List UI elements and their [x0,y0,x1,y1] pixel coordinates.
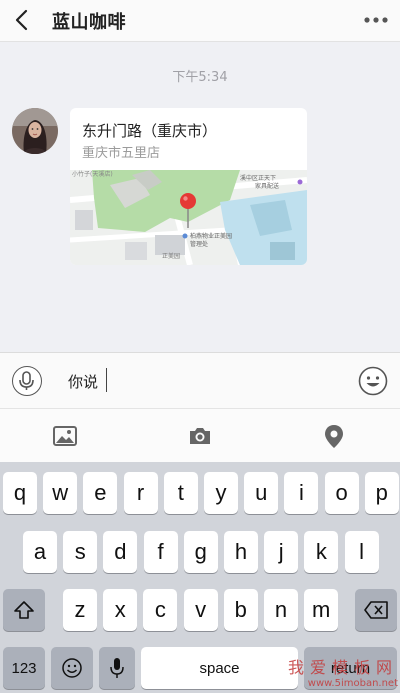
space-key-label: space [199,659,240,677]
software-keyboard: q w e r t y u i o p a s d f g h j k l z x c v b n m 123 space return… [0,462,400,693]
key-b[interactable]: b [223,589,258,631]
dictation-key[interactable] [99,647,135,689]
key-z-label: z [74,597,86,622]
key-e[interactable]: e [83,472,118,514]
location-address: 重庆市五里店 [82,146,161,161]
map-label-bottom: 正美园 [162,252,180,260]
key-j-label: j [278,539,284,564]
numbers-key-label: 123 [11,659,37,677]
watermark-sub: www.5imoban.net [307,678,398,689]
key-x-label: x [114,597,126,622]
key-p-label: p [375,480,388,505]
key-l[interactable]: l [344,531,379,573]
key-k-label: k [315,539,327,564]
key-a[interactable]: a [23,531,57,573]
camera-icon[interactable] [187,423,213,449]
key-l-label: l [359,539,365,564]
key-m-label: m [312,597,331,622]
key-g-label: g [194,539,207,564]
space-key[interactable]: space [141,647,298,689]
key-f-label: f [157,539,164,564]
key-t[interactable]: t [163,472,198,514]
avatar[interactable] [12,108,58,154]
key-n-label: n [274,597,288,622]
backspace-icon [364,601,388,619]
chat-screen: 蓝山咖啡 下午5:34 东升门路（重庆市） 重庆市五里店 小竹子(天溪店) 溪中… [0,0,400,693]
map-label-right-sub: 家具配送 [255,182,279,190]
key-j[interactable]: j [264,531,299,573]
key-s-label: s [74,539,86,564]
key-t-label: t [177,480,184,505]
emoji-icon[interactable] [358,366,388,396]
key-r[interactable]: r [123,472,158,514]
message-timestamp: 下午5:34 [172,70,228,85]
key-u-label: u [255,480,268,505]
backspace-key[interactable] [355,589,397,631]
key-h[interactable]: h [224,531,258,573]
location-map-thumbnail[interactable]: 小竹子(天溪店) 溪中区正天下 家具配送 柏燕物业正美园 管理处 正美园 [70,170,307,265]
key-n[interactable]: n [264,589,298,631]
watermark: 我爱模板网 www.5imoban.net [288,654,398,689]
key-k[interactable]: k [304,531,339,573]
map-label-right-top: 溪中区正天下 [240,174,276,182]
key-z[interactable]: z [63,589,97,631]
back-chevron-icon[interactable] [10,6,34,34]
key-v-label: v [195,597,207,622]
location-message-bubble[interactable]: 东升门路（重庆市） 重庆市五里店 小竹子(天溪店) 溪中区正天下 家具配送 柏燕… [70,108,307,265]
key-i[interactable]: i [284,472,319,514]
key-q[interactable]: q [3,472,37,514]
key-v[interactable]: v [183,589,218,631]
poi-marker-icon [182,233,188,239]
key-c[interactable]: c [143,589,178,631]
emoji-keyboard-key[interactable] [51,647,93,689]
key-o-label: o [335,480,348,505]
map-label-top-left: 小竹子(天溪店) [72,170,113,178]
attachment-toolbar [0,408,400,462]
key-w[interactable]: w [43,472,78,514]
key-w-label: w [52,480,69,505]
key-a-label: a [33,539,47,564]
nav-header: 蓝山咖啡 [0,0,400,42]
key-q-label: q [13,480,27,505]
key-x[interactable]: x [103,589,138,631]
key-y-label: y [215,480,227,505]
key-c-label: c [154,597,166,622]
location-name: 东升门路（重庆市） [82,122,218,140]
key-f[interactable]: f [143,531,178,573]
key-h-label: h [234,539,248,564]
numbers-key[interactable]: 123 [3,647,45,689]
location-pin-icon[interactable] [321,423,347,449]
shift-icon [14,601,34,619]
message-input[interactable]: 你说 [68,371,98,392]
map-label-poi: 柏燕物业正美园 [190,232,232,240]
key-s[interactable]: s [63,531,98,573]
microphone-icon [110,658,124,678]
poi-marker-icon [297,179,303,185]
key-p[interactable]: p [364,472,399,514]
emoji-icon [62,658,82,678]
image-icon[interactable] [52,423,78,449]
key-m[interactable]: m [304,589,339,631]
key-y[interactable]: y [204,472,238,514]
more-options-icon[interactable] [362,8,390,32]
chat-title: 蓝山咖啡 [52,12,126,33]
key-b-label: b [234,597,247,622]
key-r-label: r [136,480,145,505]
key-d-label: d [114,539,127,564]
key-o[interactable]: o [324,472,359,514]
text-cursor [106,368,107,392]
shift-key[interactable] [3,589,45,631]
message-input-bar: 你说 [0,352,400,408]
watermark-main: 我爱模板网 [287,658,398,677]
key-i-label: i [298,480,304,505]
microphone-icon [19,371,34,390]
key-d[interactable]: d [103,531,138,573]
key-u[interactable]: u [244,472,279,514]
key-e-label: e [94,480,107,505]
key-g[interactable]: g [183,531,218,573]
voice-input-button[interactable] [12,366,42,396]
map-label-poi-sub: 管理处 [190,240,208,248]
